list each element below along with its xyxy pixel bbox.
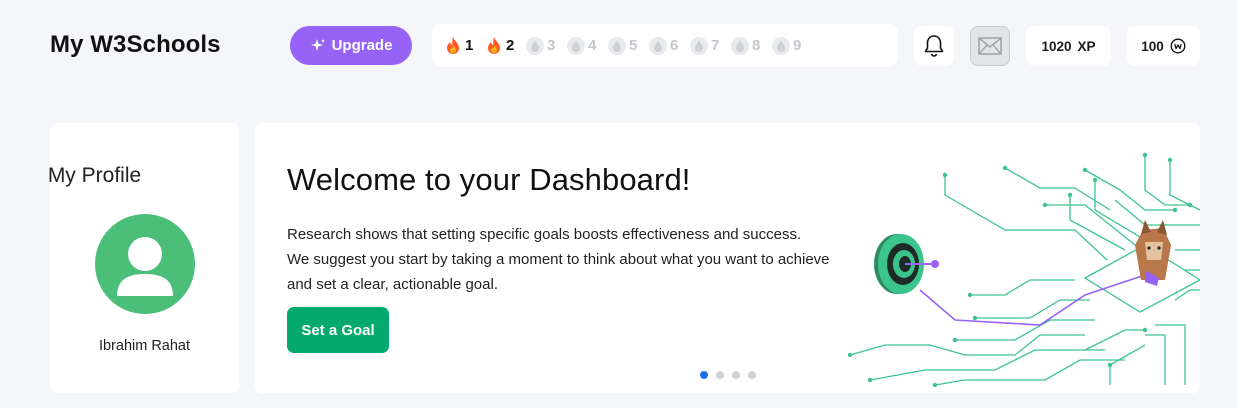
streak-day-number: 7 <box>711 37 720 54</box>
goal-illustration <box>847 152 1200 387</box>
streak-day-number: 1 <box>465 37 474 54</box>
user-icon <box>117 237 173 296</box>
xp-label: XP <box>1077 38 1096 54</box>
drop-icon <box>608 36 626 55</box>
streak-day: 6 <box>649 36 687 55</box>
xp-counter[interactable]: 1020 XP <box>1026 26 1111 66</box>
profile-title: My Profile <box>47 164 142 187</box>
coin-icon <box>1170 38 1186 54</box>
upgrade-button[interactable]: Upgrade <box>290 26 412 65</box>
notifications-button[interactable] <box>914 26 954 66</box>
profile-name: Ibrahim Rahat <box>98 338 191 354</box>
sparkle-icon <box>310 38 325 51</box>
flame-icon <box>485 37 503 55</box>
streak-day-number: 6 <box>670 37 679 54</box>
welcome-title: Welcome to your Dashboard! <box>287 162 691 197</box>
drop-icon <box>526 36 544 55</box>
streak-day-number: 8 <box>752 37 761 54</box>
coins-value: 100 <box>1141 38 1164 54</box>
coins-counter[interactable]: 100 <box>1127 26 1200 66</box>
welcome-text-line: and set a clear, actionable goal. <box>287 276 498 293</box>
cat-mascot-icon <box>1135 220 1171 286</box>
streak-day-number: 4 <box>588 37 597 54</box>
xp-value: 1020 <box>1041 38 1072 54</box>
streak-day: 8 <box>731 36 769 55</box>
messages-button[interactable] <box>970 26 1010 66</box>
streak-day: 4 <box>567 36 605 55</box>
welcome-text-line: We suggest you start by taking a moment … <box>287 251 830 268</box>
streak-day-number: 2 <box>506 37 515 54</box>
carousel-dot[interactable] <box>700 371 708 379</box>
streak-day: 5 <box>608 36 646 55</box>
welcome-text: Research shows that setting specific goa… <box>287 222 857 297</box>
streak-tracker[interactable]: 1 2 3 4 5 6 7 8 9 <box>432 24 898 67</box>
flame-icon <box>444 37 462 55</box>
brand-title: My W3Schools <box>50 31 221 58</box>
streak-day: 3 <box>526 36 564 55</box>
drop-icon <box>567 36 585 55</box>
drop-icon <box>649 36 667 55</box>
streak-day: 1 <box>444 37 482 55</box>
drop-icon <box>731 36 749 55</box>
top-bar: My W3Schools Upgrade 1 2 3 4 5 6 7 8 9 1… <box>0 0 1237 92</box>
streak-day-number: 9 <box>793 37 802 54</box>
drop-icon <box>772 36 790 55</box>
streak-day: 2 <box>485 37 523 55</box>
carousel-dot[interactable] <box>748 371 756 379</box>
carousel-dot[interactable] <box>716 371 724 379</box>
drop-icon <box>690 36 708 55</box>
streak-day: 7 <box>690 36 728 55</box>
upgrade-label: Upgrade <box>331 37 393 54</box>
carousel-dot[interactable] <box>732 371 740 379</box>
streak-day-number: 3 <box>547 37 556 54</box>
set-goal-button[interactable]: Set a Goal <box>287 307 389 353</box>
target-icon <box>874 234 939 294</box>
carousel-dots <box>700 371 756 379</box>
avatar[interactable] <box>95 214 195 314</box>
welcome-text-line: Research shows that setting specific goa… <box>287 226 802 243</box>
streak-day: 9 <box>772 36 810 55</box>
envelope-icon <box>978 37 1002 55</box>
streak-day-number: 5 <box>629 37 638 54</box>
bell-icon <box>924 35 944 57</box>
